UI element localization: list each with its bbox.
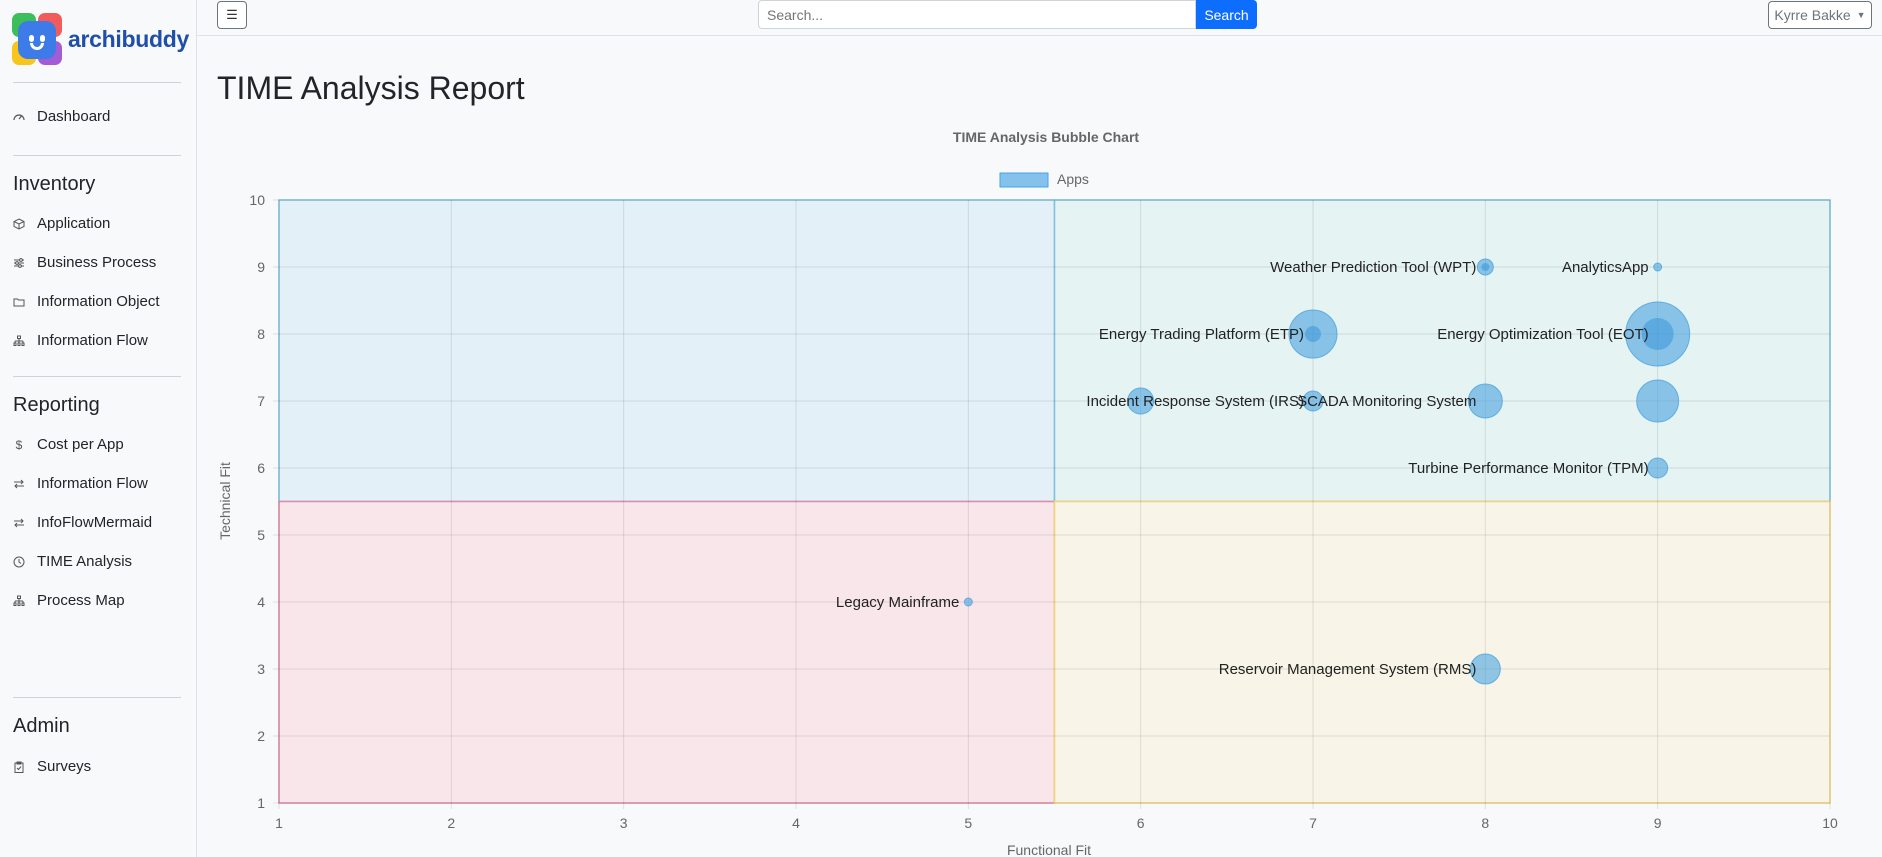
x-tick-label: 6 — [1137, 815, 1145, 831]
bubble-label: Energy Trading Platform (ETP) — [1099, 326, 1304, 343]
y-tick-label: 8 — [257, 326, 265, 342]
y-tick-label: 4 — [257, 594, 265, 610]
top-navbar: ☰ Search Kyrre Bakke ▼ — [197, 0, 1882, 36]
sidebar-item-label: Information Flow — [37, 475, 148, 492]
sidebar-item-label: Business Process — [37, 254, 157, 271]
bubble-label: Energy Optimization Tool (EOT) — [1437, 326, 1648, 343]
time-analysis-bubble-chart: 1 2 3 4 5 6 7 8 9 10 1 2 3 4 5 6 7 8 9 10 Weather Predictio… — [217, 129, 1838, 857]
y-tick-label: 2 — [257, 728, 265, 744]
caret-down-icon: ▼ — [1856, 10, 1866, 20]
clipboard-icon — [13, 761, 25, 773]
sidebar-item-process-map[interactable]: Process Map — [13, 592, 125, 609]
dollar-icon: $ — [15, 437, 23, 452]
legend-swatch[interactable] — [999, 172, 1049, 188]
diagram-icon — [13, 595, 25, 607]
y-tick-label: 7 — [257, 393, 265, 409]
bubble-scada-large[interactable] — [1636, 379, 1680, 423]
sliders-icon — [13, 257, 25, 269]
page-title: TIME Analysis Report — [217, 70, 525, 106]
sidebar-divider — [13, 155, 181, 156]
brand-logo[interactable]: archibuddy — [12, 13, 189, 65]
sidebar-item-label: InfoFlowMermaid — [37, 514, 153, 531]
bubble-label: Legacy Mainframe — [836, 594, 959, 611]
bubble-label: Incident Response System (IRS) — [1086, 393, 1304, 410]
sidebar-divider — [13, 697, 181, 698]
y-tick-label: 5 — [257, 527, 265, 543]
sidebar-heading-reporting: Reporting — [13, 394, 100, 416]
sidebar-item-label: TIME Analysis — [37, 553, 133, 570]
quadrant-migrate — [1053, 500, 1831, 804]
bubble-label: SCADA Monitoring System — [1297, 393, 1476, 410]
quadrant-invest — [1053, 199, 1831, 503]
x-axis-label: Functional Fit — [1007, 842, 1091, 857]
menu-toggle-button[interactable]: ☰ — [217, 1, 247, 29]
sidebar-item-dashboard[interactable]: Dashboard — [13, 108, 110, 125]
y-tick-label: 10 — [249, 192, 265, 208]
chart-title: TIME Analysis Bubble Chart — [953, 129, 1140, 145]
x-tick-label: 9 — [1654, 815, 1662, 831]
x-tick-label: 1 — [275, 815, 283, 831]
x-tick-label: 3 — [620, 815, 628, 831]
y-axis-label: Technical Fit — [217, 462, 233, 540]
sidebar-item-label: Information Flow — [37, 332, 148, 349]
x-tick-label: 4 — [792, 815, 800, 831]
sidebar-item-label: Process Map — [37, 592, 125, 609]
bubble-label: Weather Prediction Tool (WPT) — [1270, 259, 1476, 276]
y-tick-label: 9 — [257, 259, 265, 275]
bubble-label: AnalyticsApp — [1562, 259, 1649, 276]
sidebar-item-cost-per-app[interactable]: $ Cost per App — [13, 436, 124, 453]
sidebar-item-label: Surveys — [37, 758, 92, 775]
quadrant-tolerate — [278, 199, 1056, 503]
sidebar-divider — [13, 376, 181, 377]
y-tick-label: 3 — [257, 661, 265, 677]
bubble-label: Reservoir Management System (RMS) — [1219, 661, 1477, 678]
bubble-label: Turbine Performance Monitor (TPM) — [1408, 460, 1648, 477]
sidebar: archibuddy Dashboard Inventory Applicati… — [0, 0, 197, 857]
x-tick-label: 8 — [1481, 815, 1489, 831]
user-name: Kyrre Bakke — [1774, 7, 1851, 23]
box-icon — [13, 217, 25, 230]
sidebar-heading-admin: Admin — [13, 715, 70, 737]
search-input[interactable] — [758, 0, 1196, 29]
sidebar-item-label: Information Object — [37, 293, 160, 310]
bubble-legacy[interactable] — [963, 597, 973, 607]
sidebar-item-label: Application — [37, 215, 111, 232]
bubble-overlap — [1305, 326, 1321, 342]
diagram-icon — [13, 335, 25, 347]
x-tick-label: 7 — [1309, 815, 1317, 831]
sidebar-item-reporting-information-flow[interactable]: Information Flow — [13, 475, 148, 492]
sidebar-item-label: Cost per App — [37, 436, 124, 453]
bubble-tpm[interactable] — [1647, 457, 1669, 479]
arrows-icon — [13, 517, 25, 529]
x-tick-label: 10 — [1822, 815, 1838, 831]
archibuddy-logo-icon — [12, 13, 62, 65]
sidebar-divider — [13, 82, 181, 83]
y-tick-label: 1 — [257, 795, 265, 811]
sidebar-item-surveys[interactable]: Surveys — [13, 758, 91, 775]
sidebar-item-label: Dashboard — [37, 108, 111, 125]
speedometer-icon — [13, 111, 25, 123]
user-menu-button[interactable]: Kyrre Bakke ▼ — [1768, 1, 1872, 29]
y-tick-label: 6 — [257, 460, 265, 476]
bubble-overlap — [1481, 263, 1490, 271]
legend-label[interactable]: Apps — [1057, 171, 1089, 187]
quadrant-eliminate — [278, 500, 1056, 804]
bubble-analytics[interactable] — [1653, 262, 1663, 272]
arrows-icon — [13, 478, 25, 490]
sidebar-heading-inventory: Inventory — [13, 173, 96, 195]
brand-name: archibuddy — [68, 25, 189, 52]
search-button[interactable]: Search — [1196, 0, 1257, 29]
x-tick-label: 2 — [447, 815, 455, 831]
hamburger-icon: ☰ — [226, 7, 238, 22]
folder-icon — [13, 296, 25, 308]
clock-icon — [13, 556, 25, 568]
sidebar-item-application[interactable]: Application — [13, 215, 110, 232]
sidebar-item-time-analysis[interactable]: TIME Analysis — [13, 553, 132, 570]
sidebar-item-infoflowmermaid[interactable]: InfoFlowMermaid — [13, 514, 152, 531]
x-tick-label: 5 — [964, 815, 972, 831]
sidebar-item-information-object[interactable]: Information Object — [13, 293, 160, 310]
sidebar-item-information-flow[interactable]: Information Flow — [13, 332, 148, 349]
sidebar-item-business-process[interactable]: Business Process — [13, 254, 156, 271]
